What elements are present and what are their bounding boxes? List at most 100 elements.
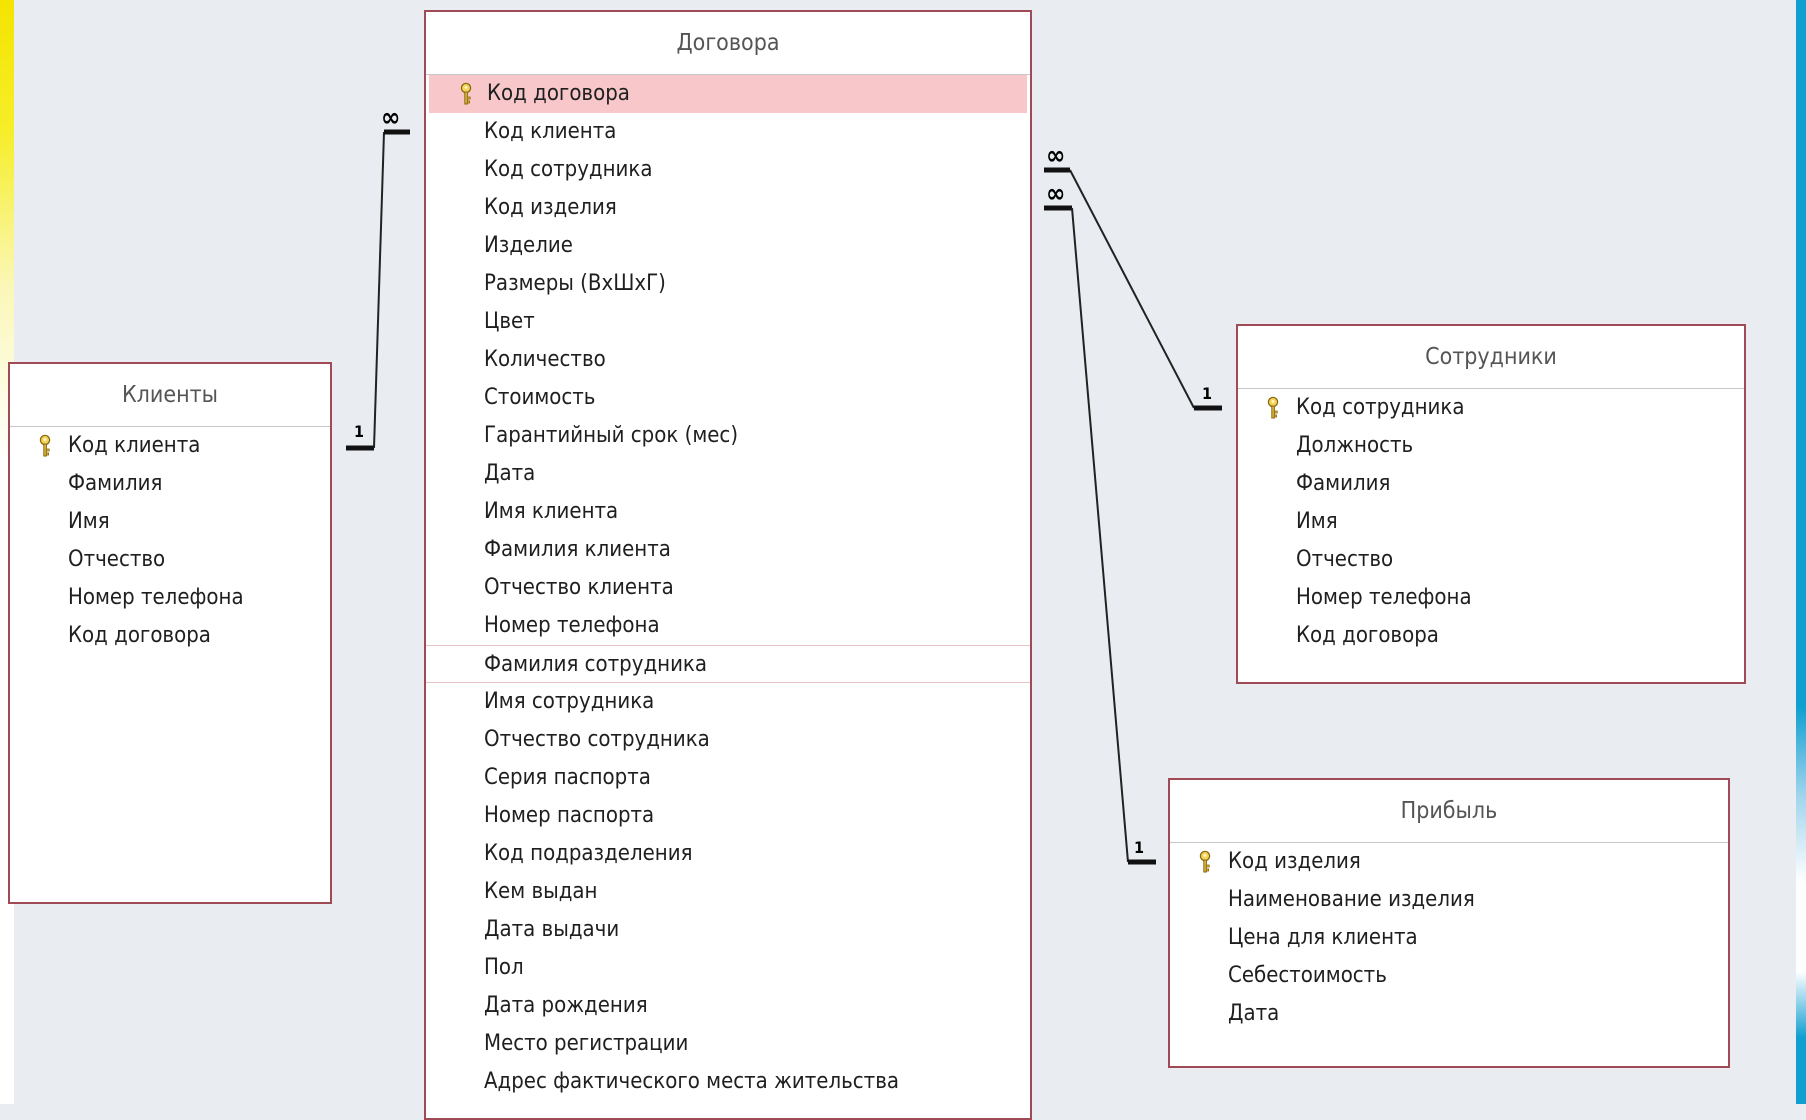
table-field[interactable]: Код договора [10, 617, 330, 655]
field-label: Номер телефона [484, 613, 660, 638]
relation-many-label-klienty: ∞ [381, 103, 401, 133]
table-title[interactable]: Прибыль [1170, 780, 1728, 843]
primary-key-field[interactable]: Код изделия [1170, 843, 1728, 881]
table-field[interactable]: Место регистрации [426, 1025, 1030, 1063]
table-field[interactable]: Гарантийный срок (мес) [426, 417, 1030, 455]
table-field[interactable]: Код клиента [426, 113, 1030, 151]
table-field[interactable]: Код сотрудника [426, 151, 1030, 189]
field-label: Дата выдачи [484, 917, 620, 942]
primary-key-field[interactable]: Код договора [429, 75, 1027, 113]
table-field[interactable]: Стоимость [426, 379, 1030, 417]
relationship-pribyl-dogovora[interactable] [1044, 205, 1156, 865]
table-title[interactable]: Сотрудники [1238, 326, 1744, 389]
field-label: Дата [484, 461, 536, 486]
table-field[interactable]: Номер телефона [426, 607, 1030, 645]
table-field[interactable]: Серия паспорта [426, 759, 1030, 797]
field-label: Код подразделения [484, 841, 693, 866]
table-field[interactable]: Фамилия [10, 465, 330, 503]
table-field[interactable]: Дата [1170, 995, 1728, 1033]
table-field[interactable]: Пол [426, 949, 1030, 987]
table-pribyl[interactable]: Прибыль Код изделия Наименование изделия Ц… [1168, 778, 1730, 1068]
table-field[interactable]: Цена для клиента [1170, 919, 1728, 957]
field-label: Пол [484, 955, 524, 980]
table-field[interactable]: Имя [10, 503, 330, 541]
field-list: Код клиента Фамилия Имя Отчество Номер телеф… [10, 427, 330, 655]
table-field[interactable]: Имя [1238, 503, 1744, 541]
field-label: Код сотрудника [1296, 395, 1465, 420]
table-field[interactable]: Номер паспорта [426, 797, 1030, 835]
field-label: Код изделия [1228, 849, 1361, 874]
table-klienty[interactable]: Клиенты Код клиента Фамилия Имя Отчество Ном… [8, 362, 332, 904]
field-label: Гарантийный срок (мес) [484, 423, 739, 448]
field-label: Кем выдан [484, 879, 598, 904]
field-list: Код сотрудника Должность Фамилия Имя Отчеств… [1238, 389, 1744, 655]
key-icon [1199, 850, 1211, 873]
table-field[interactable]: Номер телефона [1238, 579, 1744, 617]
relationship-sotrudniki-dogovora[interactable] [1044, 167, 1222, 411]
table-title[interactable]: Клиенты [10, 364, 330, 427]
field-label: Код договора [1296, 623, 1439, 648]
table-field[interactable]: Адрес фактического места жительства [426, 1063, 1030, 1101]
field-label: Имя сотрудника [484, 689, 655, 714]
field-label: Имя [1296, 509, 1338, 534]
table-field[interactable]: Фамилия [1238, 465, 1744, 503]
key-icon [39, 434, 51, 457]
table-field[interactable]: Фамилия клиента [426, 531, 1030, 569]
field-label: Серия паспорта [484, 765, 651, 790]
field-label: Размеры (ВхШхГ) [484, 271, 666, 296]
table-field[interactable]: Наименование изделия [1170, 881, 1728, 919]
field-label: Изделие [484, 233, 573, 258]
field-label: Фамилия сотрудника [484, 652, 708, 677]
table-field[interactable]: Код подразделения [426, 835, 1030, 873]
primary-key-field[interactable]: Код клиента [10, 427, 330, 465]
table-field[interactable]: Фамилия сотрудника [426, 645, 1030, 683]
table-field[interactable]: Дата выдачи [426, 911, 1030, 949]
table-field[interactable]: Кем выдан [426, 873, 1030, 911]
table-field[interactable]: Код договора [1238, 617, 1744, 655]
table-field[interactable]: Отчество [1238, 541, 1744, 579]
primary-key-field[interactable]: Код сотрудника [1238, 389, 1744, 427]
relation-many-label-sotrudniki: ∞ [1046, 141, 1066, 171]
field-label: Отчество сотрудника [484, 727, 710, 752]
field-label: Фамилия [68, 471, 163, 496]
table-field[interactable]: Отчество клиента [426, 569, 1030, 607]
table-field[interactable]: Цвет [426, 303, 1030, 341]
table-field[interactable]: Номер телефона [10, 579, 330, 617]
table-field[interactable]: Дата рождения [426, 987, 1030, 1025]
table-field[interactable]: Себестоимость [1170, 957, 1728, 995]
field-label: Отчество клиента [484, 575, 674, 600]
table-field[interactable]: Изделие [426, 227, 1030, 265]
table-title[interactable]: Договора [426, 12, 1030, 75]
table-field[interactable]: Дата [426, 455, 1030, 493]
field-label: Адрес фактического места жительства [484, 1069, 899, 1094]
field-label: Код клиента [68, 433, 201, 458]
field-label: Должность [1296, 433, 1414, 458]
table-field[interactable]: Код изделия [426, 189, 1030, 227]
field-list: Код изделия Наименование изделия Цена для … [1170, 843, 1728, 1033]
field-label: Себестоимость [1228, 963, 1387, 988]
table-field[interactable]: Отчество сотрудника [426, 721, 1030, 759]
field-label: Количество [484, 347, 606, 372]
field-label: Имя [68, 509, 110, 534]
field-label: Отчество [68, 547, 166, 572]
table-field[interactable]: Размеры (ВхШхГ) [426, 265, 1030, 303]
table-sotrudniki[interactable]: Сотрудники Код сотрудника Должность Фамили… [1236, 324, 1746, 684]
table-field[interactable]: Имя клиента [426, 493, 1030, 531]
table-dogovora[interactable]: Договора Код договора Код клиента Код сотр… [424, 10, 1032, 1120]
table-field[interactable]: Должность [1238, 427, 1744, 465]
table-field[interactable]: Количество [426, 341, 1030, 379]
table-field[interactable]: Отчество [10, 541, 330, 579]
field-label: Номер телефона [1296, 585, 1472, 610]
field-label: Отчество [1296, 547, 1394, 572]
decorative-right-band [1796, 0, 1806, 1104]
field-label: Стоимость [484, 385, 596, 410]
field-label: Дата рождения [484, 993, 648, 1018]
table-field[interactable]: Имя сотрудника [426, 683, 1030, 721]
relation-one-label-sotrudniki: 1 [1202, 384, 1213, 403]
relationship-klienty-dogovora[interactable] [346, 129, 410, 451]
field-label: Фамилия [1296, 471, 1391, 496]
field-label: Код изделия [484, 195, 617, 220]
relationship-diagram: 1 ∞ 1 ∞ 1 ∞ Договора Код договора Код кли… [0, 0, 1806, 1120]
field-label: Номер паспорта [484, 803, 655, 828]
relation-one-label-pribyl: 1 [1134, 838, 1145, 857]
